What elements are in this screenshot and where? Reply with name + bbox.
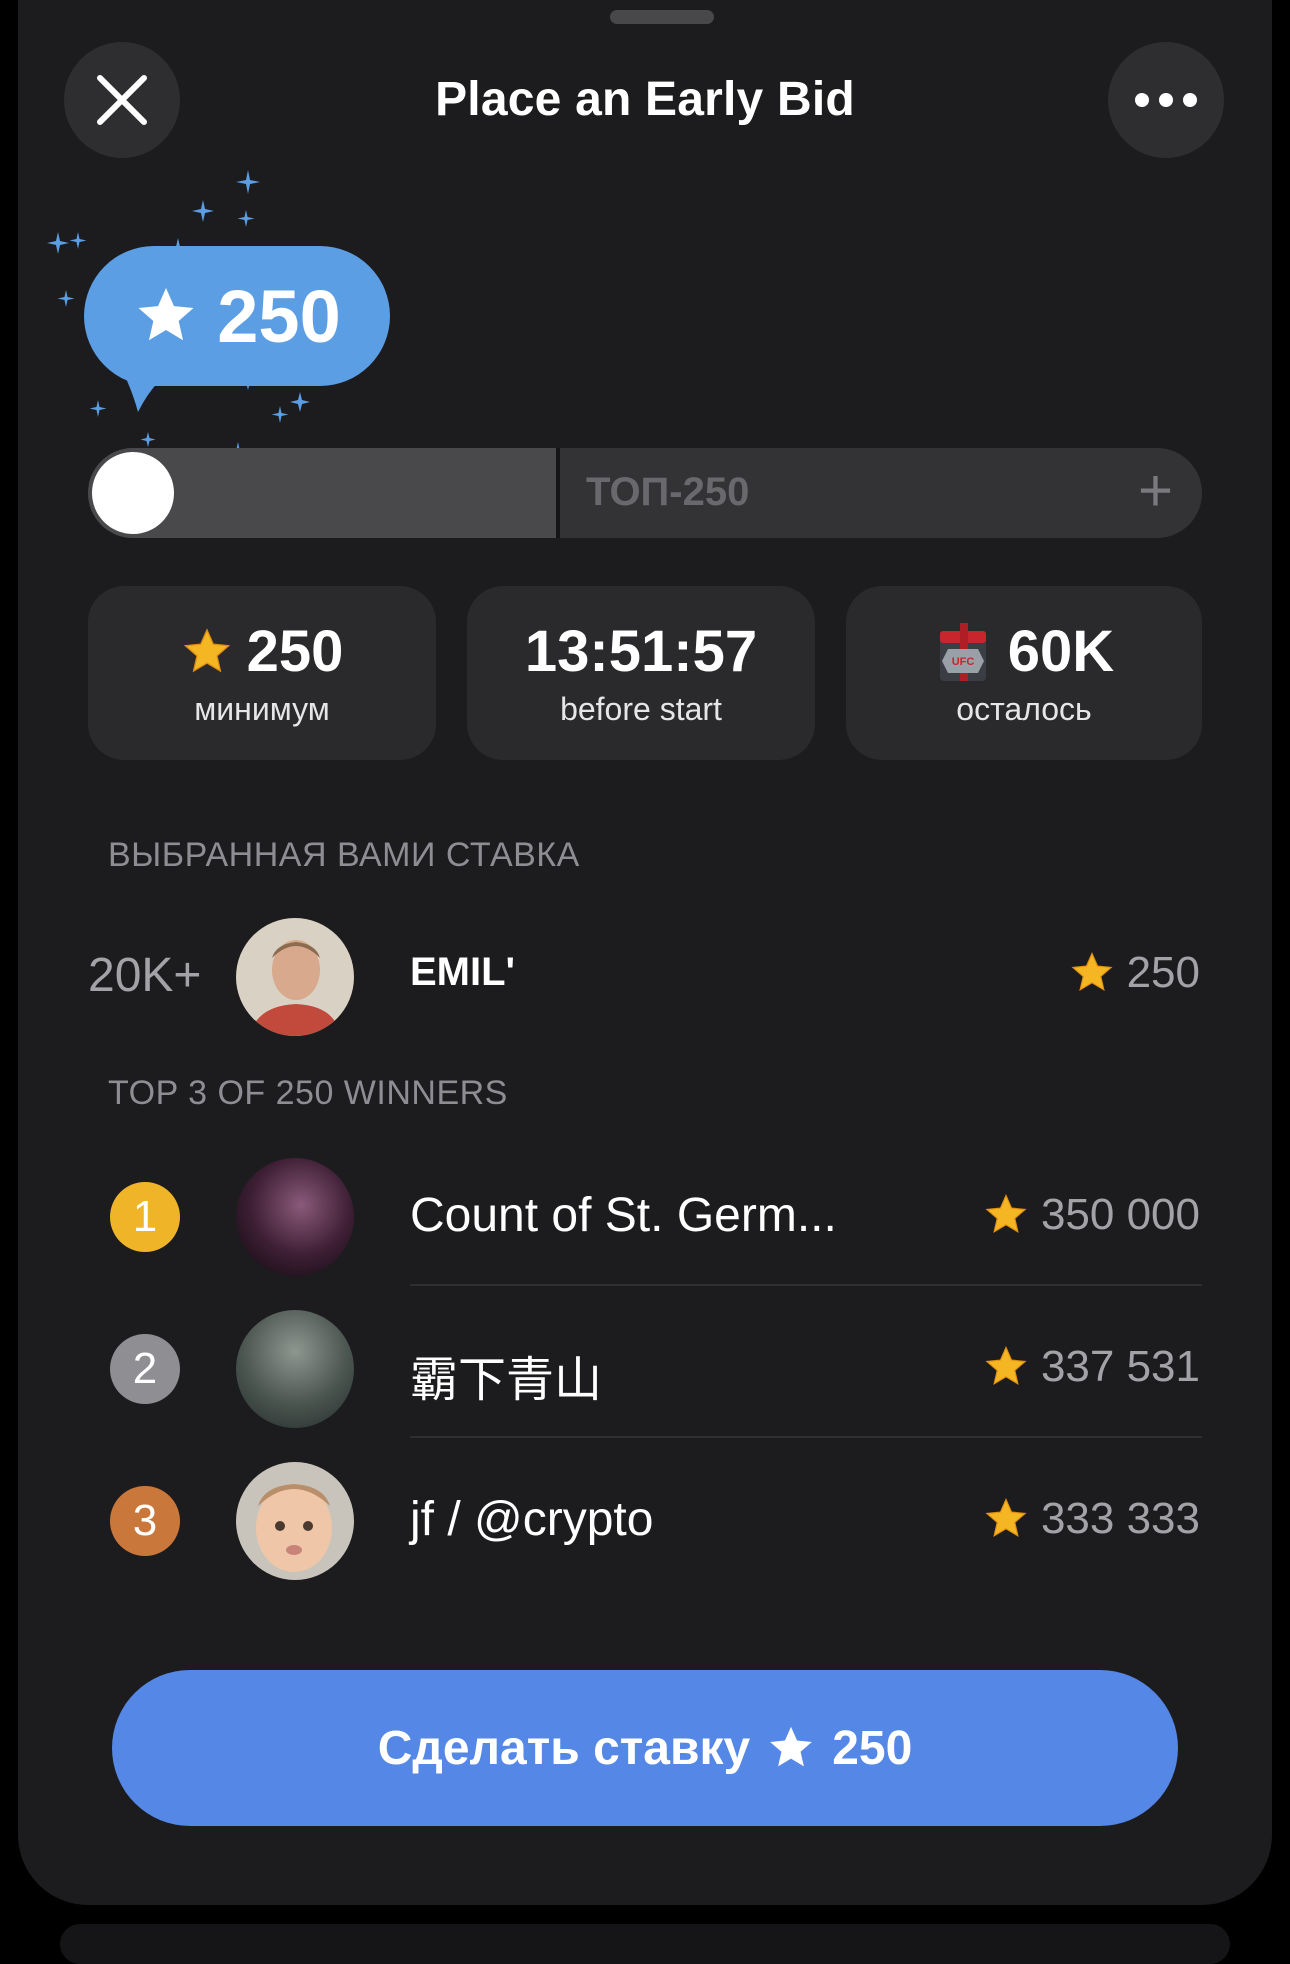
winner-amount: 350 000 [983, 1190, 1200, 1240]
rank-medal-bronze: 3 [110, 1486, 180, 1556]
star-icon [770, 1726, 813, 1767]
sheet-grabber[interactable] [610, 10, 714, 24]
gold-star-icon [985, 1498, 1027, 1538]
more-dots-icon [1135, 93, 1197, 107]
star-icon [138, 287, 194, 341]
gold-star-icon [985, 1194, 1027, 1234]
background-sheet-edge [60, 1924, 1230, 1964]
row-divider [410, 1436, 1202, 1438]
your-amount-value: 250 [1126, 948, 1200, 997]
stat-card-minimum: 250 минимум [88, 586, 436, 760]
place-bid-button[interactable]: Сделать ставку 250 [112, 1670, 1178, 1826]
winner-amount: 337 531 [983, 1342, 1200, 1392]
winner-amount: 333 333 [983, 1494, 1200, 1544]
remaining-label: осталось [956, 691, 1092, 727]
place-bid-amount: 250 [832, 1721, 913, 1775]
stat-card-remaining: UFC 60K осталось [846, 586, 1202, 760]
rank-medal-gold: 1 [110, 1182, 180, 1252]
your-amount: 250 [1069, 948, 1200, 998]
bid-amount: 250 [217, 274, 341, 358]
avatar [236, 1310, 354, 1428]
slider-plus-icon[interactable]: + [1138, 456, 1173, 526]
your-rank: 20K+ [88, 949, 202, 1002]
page-title: Place an Early Bid [435, 73, 855, 126]
bid-slider-track[interactable]: ТОП-250 + [88, 448, 1202, 538]
gold-star-icon [1071, 952, 1113, 992]
slider-thumb[interactable] [92, 452, 174, 534]
minimum-label: минимум [194, 691, 330, 727]
countdown-value: 13:51:57 [524, 619, 758, 684]
winners-header: TOP 3 OF 250 WINNERS [108, 1074, 508, 1112]
bid-sheet: Place an Early Bid 250 ТОП-250 + 250 мин… [18, 0, 1272, 1905]
slider-divider [556, 448, 560, 538]
avatar [236, 918, 354, 1036]
gold-star-icon [183, 627, 230, 672]
bubble-tail [122, 370, 172, 412]
remaining-value: 60K [1007, 619, 1115, 684]
winner-name: Count of St. Germ... [410, 1189, 837, 1242]
winner-row[interactable]: 1 Count of St. Germ... 350 000 [18, 1150, 1272, 1276]
winner-row[interactable]: 3 jf / @crypto 333 333 [18, 1454, 1272, 1580]
your-bid-row[interactable]: 20K+ EMILʹ 250 [18, 910, 1272, 1036]
svg-text:UFC: UFC [951, 656, 974, 668]
rank-medal-silver: 2 [110, 1334, 180, 1404]
your-bid-header: ВЫБРАННАЯ ВАМИ СТАВКА [108, 836, 580, 874]
countdown-label: before start [560, 691, 722, 727]
winner-amount-value: 350 000 [1040, 1190, 1200, 1239]
winner-name: 霸下青山 [410, 1354, 603, 1407]
winner-amount-value: 337 531 [1040, 1342, 1200, 1391]
place-bid-label: Сделать ставку [377, 1721, 751, 1775]
winner-row[interactable]: 2 霸下青山 337 531 [18, 1302, 1272, 1428]
avatar [236, 1462, 354, 1580]
avatar [236, 1158, 354, 1276]
winner-amount-value: 333 333 [1040, 1494, 1200, 1543]
winner-name: jf / @crypto [410, 1493, 654, 1546]
gold-star-icon [985, 1346, 1027, 1386]
ufc-gift-box-icon: UFC [939, 622, 986, 681]
bid-amount-bubble: 250 [84, 246, 390, 386]
minimum-value: 250 [246, 619, 344, 684]
your-name: EMILʹ [410, 950, 516, 994]
stat-card-countdown: 13:51:57 before start [467, 586, 815, 760]
more-button[interactable] [1108, 42, 1224, 158]
slider-label: ТОП-250 [586, 470, 750, 514]
row-divider [410, 1284, 1202, 1286]
